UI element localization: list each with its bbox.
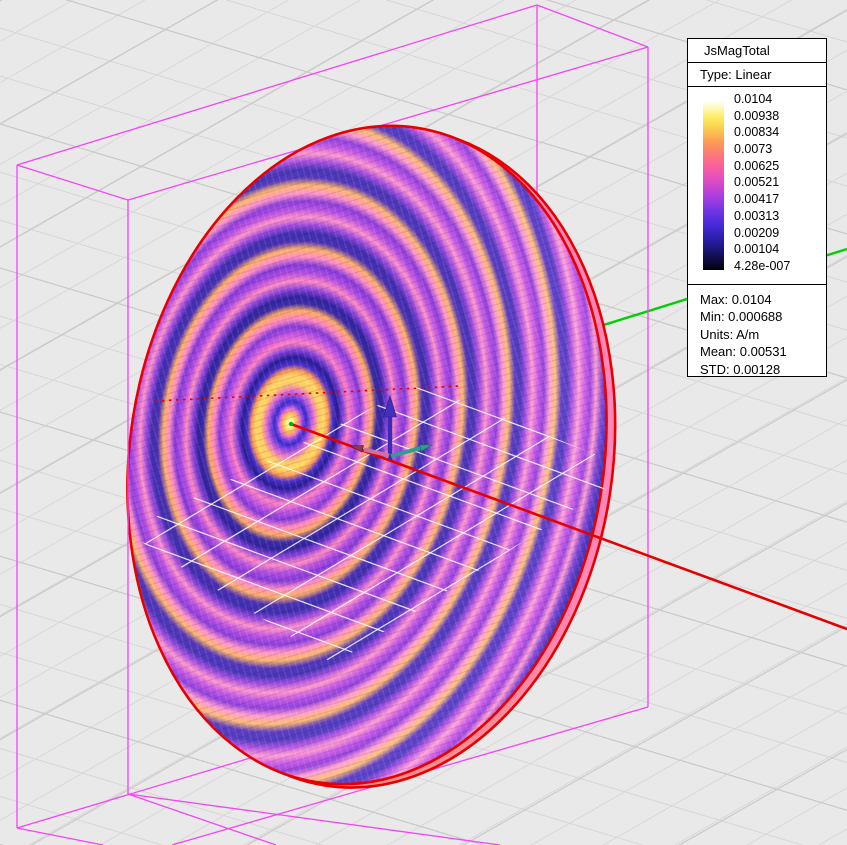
colorbar-tick-label: 0.0073 [734, 142, 790, 157]
colorbar-tick-label: 0.00834 [734, 125, 790, 140]
stat-max: Max: 0.0104 [700, 291, 826, 308]
stat-mean: Mean: 0.00531 [700, 343, 826, 360]
origin-marker [289, 422, 293, 426]
colorbar-tick-label: 0.00209 [734, 226, 790, 241]
field-plot-legend[interactable]: JsMagTotal Type: Linear 0.01040.009380.0… [687, 38, 827, 377]
colorbar-tick-label: 0.00625 [734, 159, 790, 174]
legend-scale-type: Type: Linear [688, 63, 826, 87]
viewport-3d[interactable]: JsMagTotal Type: Linear 0.01040.009380.0… [0, 0, 847, 845]
stat-min: Min: 0.000688 [700, 308, 826, 325]
legend-title: JsMagTotal [688, 39, 826, 63]
disk-mesh-texture [84, 93, 650, 817]
colorbar-tick-label: 0.00521 [734, 175, 790, 190]
legend-colorbar-section: 0.0104 0.009380.00834 0.0073 0.006250.00521… [688, 87, 826, 285]
box-edge-bottom-left-b [128, 794, 276, 845]
stat-units: Units: A/m [700, 326, 826, 343]
box-edge-bottom-left-a [17, 828, 103, 845]
legend-statistics: Max: 0.0104 Min: 0.000688 Units: A/m Mea… [688, 285, 826, 378]
colorbar-tick-label: 4.28e-007 [734, 259, 790, 274]
colorbar-tick-labels: 0.0104 0.009380.00834 0.0073 0.006250.00521… [734, 92, 790, 274]
box-edge-bottom-front [128, 794, 500, 845]
box-edge-top-left [17, 165, 128, 200]
stat-std: STD: 0.00128 [700, 361, 826, 378]
colorbar-gradient [703, 100, 724, 270]
colorbar-tick-label: 0.00104 [734, 242, 790, 257]
box-edge-top-rear-right [537, 5, 648, 47]
colorbar-tick-label: 0.00938 [734, 109, 790, 124]
colorbar-tick-label: 0.0104 [734, 92, 790, 107]
colorbar-tick-label: 0.00417 [734, 192, 790, 207]
colorbar-tick-label: 0.00313 [734, 209, 790, 224]
